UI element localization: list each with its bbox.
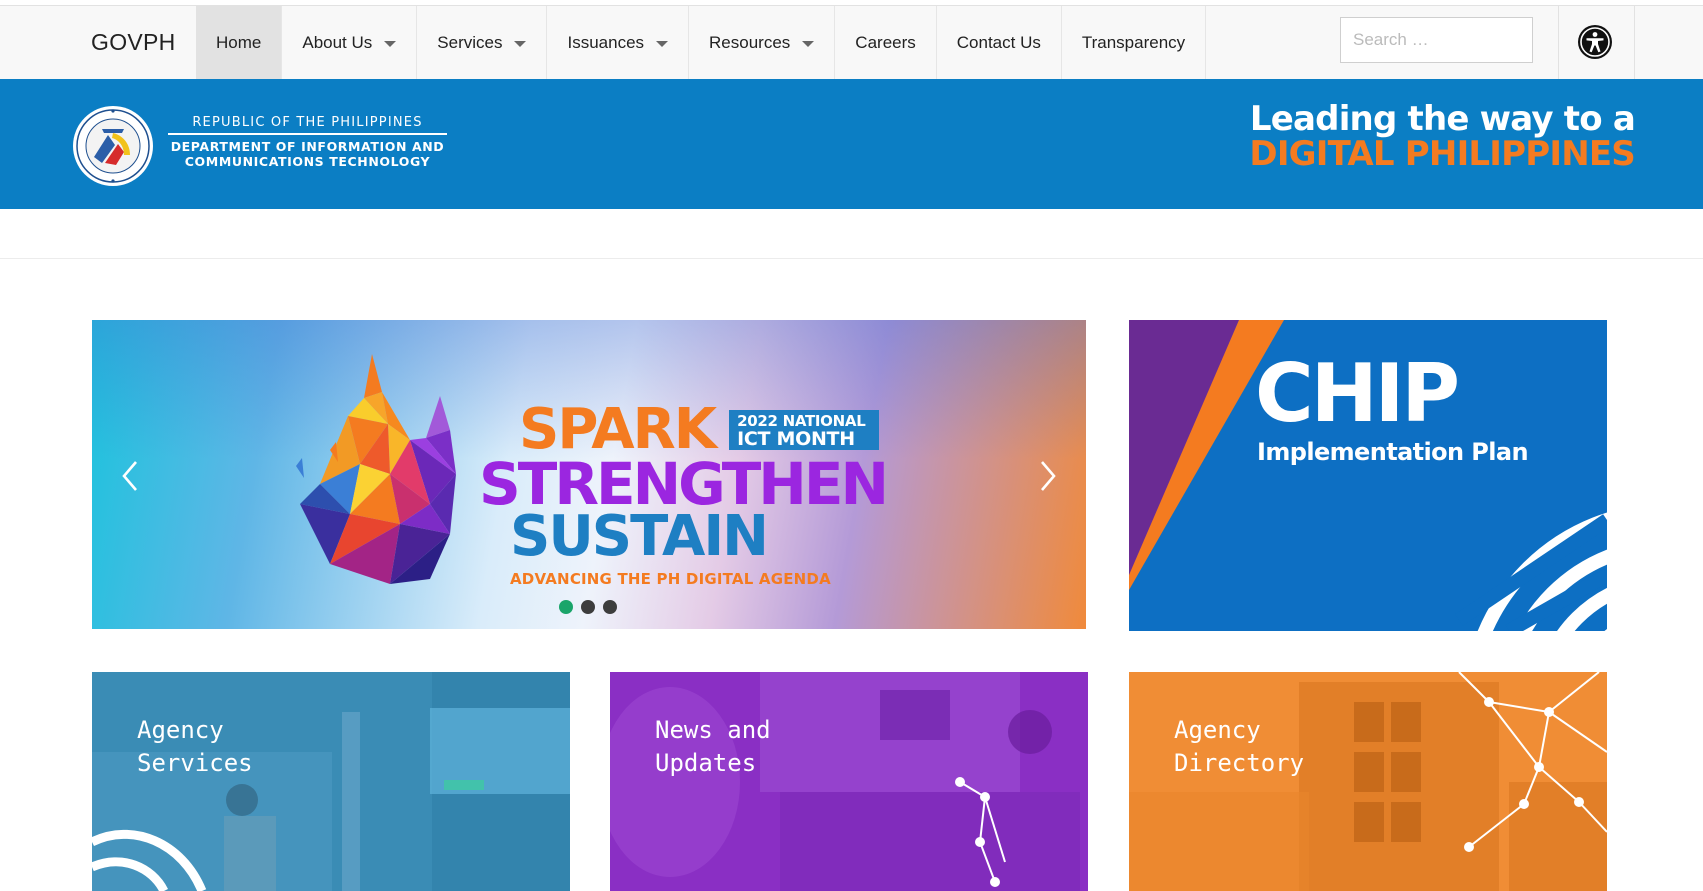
chevron-right-icon[interactable]	[1032, 456, 1062, 496]
nav-item-label: Transparency	[1081, 32, 1186, 52]
chip-subtitle: Implementation Plan	[1257, 438, 1529, 466]
nav-item-resources[interactable]: Resources	[689, 6, 836, 79]
govph-brand-link[interactable]: GOVPH	[91, 6, 176, 79]
tagline-line1: Leading the way to a	[1249, 99, 1636, 139]
badge-line2: ICT MONTH	[737, 428, 855, 450]
nav-item-about-us[interactable]: About Us	[282, 6, 418, 79]
chip-implementation-card[interactable]: CHIP Implementation Plan	[1129, 320, 1607, 631]
ict-month-badge: 2022 NATIONAL ICT MONTH	[729, 410, 880, 450]
tile-label: Agency Directory	[1174, 716, 1305, 777]
agency-services-photo	[92, 672, 570, 891]
nav-item-label: Careers	[855, 32, 916, 52]
agency-directory-tile[interactable]: Agency Directory	[1129, 672, 1607, 891]
agency-directory-photo	[1129, 672, 1607, 891]
caret-down-icon	[384, 40, 397, 47]
chevron-left-icon[interactable]	[116, 456, 146, 496]
carousel-dot-2[interactable]	[581, 600, 595, 614]
carousel-dot-3[interactable]	[603, 600, 617, 614]
word-sustain: SUSTAIN	[510, 504, 769, 569]
department-name-line1: DEPARTMENT OF INFORMATION AND	[170, 139, 445, 154]
nav-item-careers[interactable]: Careers	[835, 6, 937, 79]
caret-down-icon	[802, 40, 815, 47]
nav-item-services[interactable]: Services	[417, 6, 548, 79]
hero-carousel[interactable]: SPARK 2022 NATIONAL ICT MONTH STRENGTHEN…	[92, 320, 1086, 629]
nav-item-label: Home	[216, 32, 262, 52]
main-menu: Home About Us Services Issuances Resourc…	[196, 6, 1207, 79]
agency-banner: REPUBLIC OF THE PHILIPPINES DEPARTMENT O…	[0, 79, 1703, 209]
nav-item-home[interactable]: Home	[196, 6, 283, 79]
divider	[0, 258, 1703, 259]
search-input[interactable]	[1340, 17, 1533, 63]
tile-label: Agency Services	[137, 716, 253, 777]
tagline: Leading the way to a DIGITAL PHILIPPINES	[1249, 101, 1635, 171]
divider	[1634, 6, 1635, 79]
caret-down-icon	[514, 40, 527, 47]
department-name-line2: COMMUNICATIONS TECHNOLOGY	[184, 154, 431, 169]
caret-down-icon	[656, 40, 669, 47]
accessibility-icon[interactable]	[1577, 24, 1613, 60]
agency-services-tile[interactable]: Agency Services	[92, 672, 570, 891]
tagline-line2: DIGITAL PHILIPPINES	[1249, 134, 1635, 174]
nav-item-label: About Us	[302, 32, 373, 52]
carousel-indicators	[559, 600, 617, 614]
nav-item-transparency[interactable]: Transparency	[1062, 6, 1207, 79]
nav-item-label: Contact Us	[956, 32, 1041, 52]
nav-item-label: Services	[437, 32, 503, 52]
nav-item-label: Resources	[709, 32, 791, 52]
nav-item-issuances[interactable]: Issuances	[547, 6, 690, 79]
hero-subtitle: ADVANCING THE PH DIGITAL AGENDA	[510, 570, 831, 588]
tile-label: News and Updates	[655, 716, 771, 777]
nav-item-contact-us[interactable]: Contact Us	[937, 6, 1062, 79]
chip-title: CHIP	[1255, 347, 1460, 440]
news-and-updates-tile[interactable]: News and Updates	[610, 672, 1088, 891]
republic-label: REPUBLIC OF THE PHILIPPINES	[168, 115, 447, 135]
flame-icon	[296, 354, 456, 584]
carousel-dot-1[interactable]	[559, 600, 573, 614]
news-updates-photo	[610, 672, 1088, 891]
agency-name-block: REPUBLIC OF THE PHILIPPINES DEPARTMENT O…	[168, 115, 447, 169]
top-navigation-bar: GOVPH Home About Us Services Issuances R…	[0, 5, 1703, 80]
divider	[1558, 6, 1559, 79]
dict-seal-logo[interactable]	[72, 105, 154, 187]
nav-item-label: Issuances	[567, 32, 645, 52]
